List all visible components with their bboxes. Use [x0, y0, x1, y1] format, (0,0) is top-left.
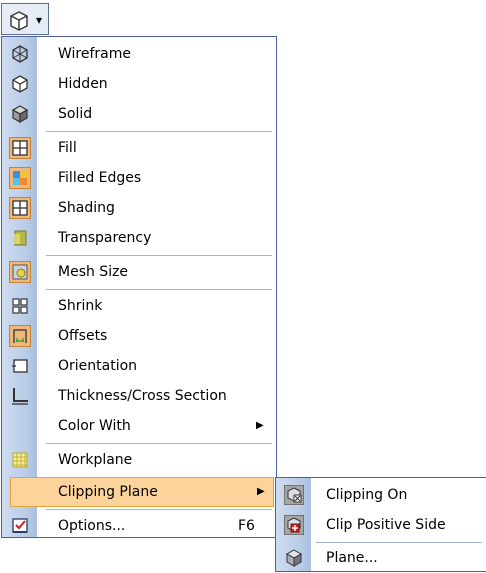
menu-item-label: Workplane [58, 452, 133, 468]
shading-grid-icon [9, 197, 31, 219]
fill-grid-icon [9, 137, 31, 159]
menu-item-label: Shading [58, 200, 115, 216]
menu-item-orientation[interactable]: Orientation [2, 351, 276, 381]
submenu-item-label: Plane... [326, 550, 378, 566]
menu-item-thickness-cross-section[interactable]: Thickness/Cross Section [2, 381, 276, 411]
menu-item-label: Fill [58, 140, 77, 156]
submenu-item-clipping-on[interactable]: Clipping On [276, 480, 486, 510]
menu-item-label: Offsets [58, 328, 108, 344]
menu-item-label: Options... [58, 518, 126, 534]
submenu-item-label: Clip Positive Side [326, 517, 446, 533]
menu-item-shrink[interactable]: Shrink [2, 291, 276, 321]
menu-separator [46, 509, 272, 510]
options-checkbox-icon [12, 518, 28, 533]
menu-item-fill[interactable]: Fill [2, 133, 276, 163]
cross-section-icon [12, 388, 28, 405]
menu-item-solid[interactable]: Solid [2, 99, 276, 129]
submenu-item-clip-positive-side[interactable]: Clip Positive Side [276, 510, 486, 540]
menu-item-mesh-size[interactable]: Mesh Size [2, 257, 276, 287]
offsets-icon [9, 325, 31, 347]
menu-item-clipping-plane[interactable]: Clipping Plane ▶ [10, 477, 274, 507]
menu-separator [46, 289, 272, 290]
orientation-icon [12, 359, 28, 373]
menu-item-wireframe[interactable]: Wireframe [2, 39, 276, 69]
clipping-plane-submenu: Clipping On Clip Positive Side Plane... [275, 477, 486, 572]
menu-item-options[interactable]: Options... F6 [2, 511, 276, 541]
wireframe-cube-icon [12, 45, 28, 63]
menu-item-label: Thickness/Cross Section [58, 388, 227, 404]
menu-separator [46, 255, 272, 256]
menu-item-label: Orientation [58, 358, 138, 374]
menu-item-label: Hidden [58, 76, 108, 92]
view-mode-menu: Wireframe Hidden Solid Fill Filled Edges… [1, 36, 277, 538]
hidden-cube-icon [12, 75, 28, 93]
view-mode-dropdown-button[interactable]: ▾ [1, 3, 49, 35]
menu-item-transparency[interactable]: Transparency [2, 223, 276, 253]
transparency-icon [13, 230, 27, 246]
menu-separator [46, 443, 272, 444]
submenu-arrow-icon: ▶ [257, 486, 265, 497]
submenu-item-label: Clipping On [326, 487, 408, 503]
menu-item-shading[interactable]: Shading [2, 193, 276, 223]
mesh-size-icon [9, 261, 31, 283]
menu-item-offsets[interactable]: Offsets [2, 321, 276, 351]
submenu-item-plane[interactable]: Plane... [276, 543, 486, 573]
menu-item-workplane[interactable]: Workplane [2, 445, 276, 475]
clip-positive-side-icon [284, 515, 304, 535]
menu-item-label: Wireframe [58, 46, 132, 62]
menu-item-label: Filled Edges [58, 170, 142, 186]
plane-icon [285, 549, 303, 567]
menu-item-color-with[interactable]: Color With ▶ [2, 411, 276, 441]
menu-item-filled-edges[interactable]: Filled Edges [2, 163, 276, 193]
submenu-arrow-icon: ▶ [256, 420, 264, 431]
menu-item-label: Color With [58, 418, 131, 434]
workplane-icon [12, 452, 28, 468]
menu-item-hidden[interactable]: Hidden [2, 69, 276, 99]
filled-edges-icon [9, 167, 31, 189]
menu-item-label: Clipping Plane [58, 484, 158, 500]
menu-item-label: Transparency [58, 230, 152, 246]
solid-cube-icon [11, 105, 29, 123]
shortcut-label: F6 [238, 518, 255, 534]
menu-item-label: Shrink [58, 298, 103, 314]
menu-separator [46, 131, 272, 132]
dropdown-arrow-icon: ▾ [36, 13, 43, 27]
menu-item-label: Solid [58, 106, 93, 122]
shrink-icon [12, 298, 28, 314]
clipping-on-icon [284, 485, 304, 505]
menu-item-label: Mesh Size [58, 264, 129, 280]
cube-icon [10, 11, 28, 31]
